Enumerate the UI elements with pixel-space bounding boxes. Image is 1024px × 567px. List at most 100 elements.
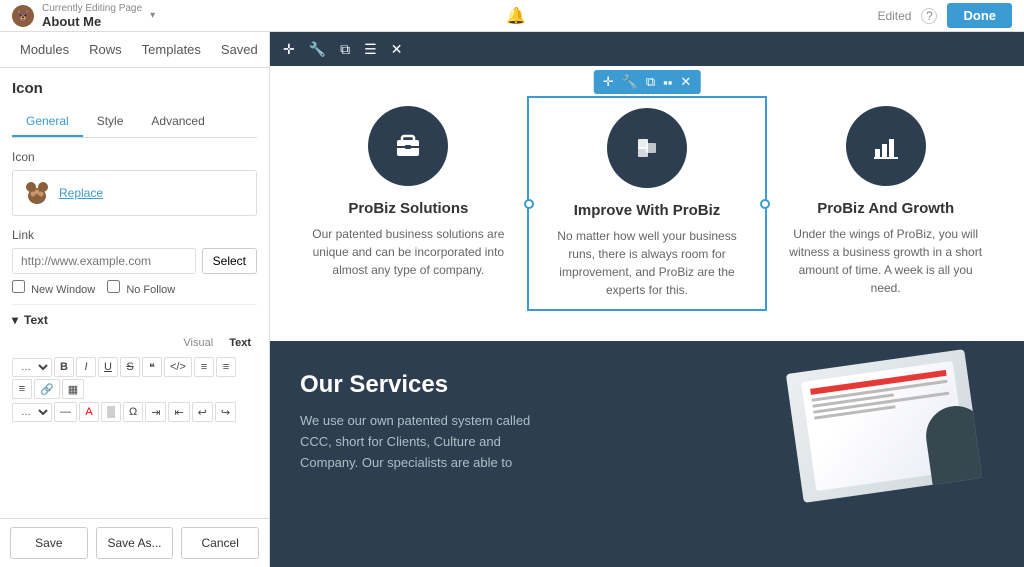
sel-wrench-icon[interactable]: 🔧 [619, 73, 641, 91]
checkbox-row: New Window No Follow [12, 280, 257, 296]
sel-close-icon[interactable]: ✕ [677, 73, 694, 91]
sel-move-icon[interactable]: ✛ [600, 73, 617, 91]
brochure-image [786, 349, 982, 503]
link-input[interactable] [12, 248, 196, 274]
text-section-header[interactable]: ▾ Text [12, 313, 257, 327]
visual-text-tabs: Visual Text [12, 335, 257, 351]
notification-bell-icon[interactable]: 🔔 [506, 6, 526, 26]
bold-button[interactable]: B [54, 357, 74, 377]
panel-title: Icon [12, 80, 257, 97]
sel-copy-icon[interactable]: ⧉ [643, 73, 658, 91]
outdent-button[interactable]: ⇤ [168, 402, 189, 422]
table-button[interactable]: ▦ [62, 379, 84, 399]
chart-icon [867, 127, 905, 165]
services-title: Our Services [300, 371, 560, 399]
sub-tab-advanced[interactable]: Advanced [137, 107, 218, 137]
col2-title: Improve With ProBiz [574, 202, 721, 219]
bgcolor-button[interactable]: ▒ [101, 402, 121, 422]
new-window-checkbox[interactable] [12, 280, 25, 293]
panel-content: Icon General Style Advanced Icon [0, 68, 269, 518]
link-field-label: Link [12, 228, 257, 242]
redo-button[interactable]: ↪ [215, 402, 236, 422]
hr-button[interactable]: — [54, 402, 77, 422]
blockquote-button[interactable]: ❝ [142, 357, 162, 377]
three-columns: ProBiz Solutions Our patented business s… [290, 96, 1004, 311]
save-button[interactable]: Save [10, 527, 88, 559]
icon-field-label: Icon [12, 150, 257, 164]
color-button[interactable]: A [79, 402, 99, 422]
selected-item-toolbar: ✛ 🔧 ⧉ ▪▪ ✕ [594, 70, 701, 94]
editor-toolbar: … B I U S ❝ </> ≡ ≡ ≡ 🔗 ▦ … [12, 357, 257, 422]
toolbar-row-2: … — A ▒ Ω ⇥ ⇤ ↩ ↪ [12, 402, 257, 422]
text-section-chevron: ▾ [12, 313, 18, 327]
services-text: Our Services We use our own patented sys… [300, 371, 560, 473]
sub-tab-style[interactable]: Style [83, 107, 138, 137]
cancel-button[interactable]: Cancel [181, 527, 259, 559]
no-follow-label: No Follow [107, 280, 175, 296]
move-icon[interactable]: ✛ [280, 38, 298, 61]
code-button[interactable]: </> [164, 357, 192, 377]
left-panel: Modules Rows Templates Saved Icon Genera… [0, 32, 270, 567]
strikethrough-button[interactable]: S [120, 357, 140, 377]
replace-icon-link[interactable]: Replace [59, 186, 103, 200]
dark-content: Our Services We use our own patented sys… [300, 371, 994, 473]
column-2[interactable]: ✛ 🔧 ⧉ ▪▪ ✕ [527, 96, 768, 311]
modules-tab[interactable]: Modules [10, 32, 79, 67]
save-as-button[interactable]: Save As... [96, 527, 174, 559]
text-tab[interactable]: Text [223, 335, 257, 351]
undo-button[interactable]: ↩ [192, 402, 213, 422]
link-button[interactable]: 🔗 [34, 379, 60, 399]
no-follow-checkbox[interactable] [107, 280, 120, 293]
sub-tabs: General Style Advanced [12, 107, 257, 138]
select-button[interactable]: Select [202, 248, 257, 274]
help-icon[interactable]: ? [921, 8, 937, 24]
menu-icon[interactable]: ☰ [361, 38, 380, 61]
col2-description: No matter how well your business runs, t… [549, 227, 746, 299]
top-bar-right: Edited ? Done [877, 3, 1012, 28]
col2-icon-circle [607, 108, 687, 188]
toolbar-row-1: … B I U S ❝ </> ≡ ≡ ≡ 🔗 ▦ [12, 357, 257, 399]
resize-handle-left[interactable] [524, 199, 534, 209]
visual-tab[interactable]: Visual [177, 335, 219, 351]
bottom-bar: Save Save As... Cancel [0, 518, 269, 567]
copy-icon[interactable]: ⧉ [337, 38, 353, 61]
column-1: ProBiz Solutions Our patented business s… [290, 96, 527, 311]
indent-button[interactable]: ⇥ [145, 402, 166, 422]
icon-preview-box: Replace [12, 170, 257, 216]
canvas-white-section: ProBiz Solutions Our patented business s… [270, 66, 1024, 341]
link-input-row: Select [12, 248, 257, 274]
italic-button[interactable]: I [76, 357, 96, 377]
done-button[interactable]: Done [947, 3, 1012, 28]
page-info: Currently Editing Page About Me [42, 3, 142, 29]
sel-menu-icon[interactable]: ▪▪ [660, 74, 675, 91]
new-window-label: New Window [12, 280, 95, 296]
col1-description: Our patented business solutions are uniq… [310, 225, 507, 279]
align-right-button[interactable]: ≡ [12, 379, 32, 399]
saved-tab[interactable]: Saved [211, 32, 268, 67]
wrench-icon[interactable]: 🔧 [306, 38, 329, 61]
col3-title: ProBiz And Growth [817, 200, 954, 217]
special-char-button[interactable]: Ω [123, 402, 143, 422]
edited-label: Edited [877, 9, 911, 23]
templates-tab[interactable]: Templates [132, 32, 211, 67]
sub-tab-general[interactable]: General [12, 107, 83, 137]
page-dropdown-arrow[interactable]: ▾ [150, 10, 155, 21]
column-3: ProBiz And Growth Under the wings of Pro… [767, 96, 1004, 311]
format-dropdown[interactable]: … [12, 358, 52, 377]
text-section: ▾ Text Visual Text … B I U S ❝ [12, 304, 257, 422]
align-left-button[interactable]: ≡ [194, 357, 214, 377]
align-center-button[interactable]: ≡ [216, 357, 236, 377]
services-description: We use our own patented system called CC… [300, 411, 560, 473]
close-icon[interactable]: ✕ [388, 38, 406, 61]
style-dropdown[interactable]: … [12, 403, 52, 422]
currently-editing-label: Currently Editing Page [42, 3, 142, 14]
icon-preview-image [23, 179, 51, 207]
text-section-label: Text [24, 313, 48, 327]
module-toolbar: ✛ 🔧 ⧉ ☰ ✕ [270, 32, 1024, 66]
nav-tabs: Modules Rows Templates Saved [0, 32, 269, 68]
resize-handle-right[interactable] [760, 199, 770, 209]
top-bar-center: 🔔 [506, 6, 526, 26]
rows-tab[interactable]: Rows [79, 32, 132, 67]
underline-button[interactable]: U [98, 357, 118, 377]
canvas-dark-section: Our Services We use our own patented sys… [270, 341, 1024, 567]
